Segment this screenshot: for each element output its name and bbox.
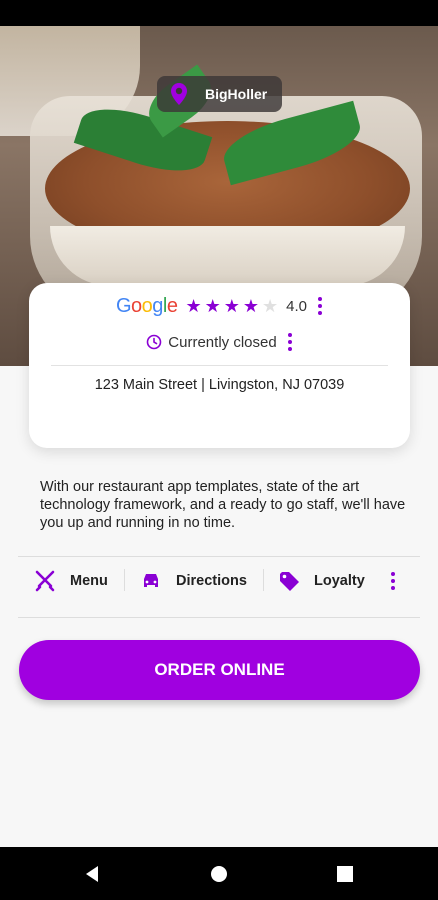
system-nav-bar	[0, 847, 438, 900]
rating-more-icon[interactable]	[317, 297, 323, 315]
hours-status: Currently closed	[168, 333, 277, 351]
action-divider	[124, 569, 125, 591]
restaurant-description: With our restaurant app templates, state…	[40, 479, 406, 531]
rating-value: 4.0	[286, 297, 308, 315]
google-logo: Google	[115, 294, 178, 317]
loyalty-button[interactable]: Loyalty	[278, 557, 365, 605]
actions-more-icon[interactable]	[390, 557, 396, 605]
rating-row[interactable]: Google ★ ★ ★ ★ ★ 4.0	[29, 293, 410, 319]
recents-icon	[337, 865, 353, 882]
location-name: BigHoller	[205, 86, 268, 102]
order-online-button[interactable]: ORDER ONLINE	[19, 640, 420, 700]
action-bar: Menu Directions Loyalty	[18, 556, 420, 618]
menu-label: Menu	[70, 573, 108, 589]
star-icon: ★	[242, 296, 260, 316]
clock-icon	[146, 334, 162, 350]
fork-knife-icon	[35, 570, 55, 592]
action-divider	[263, 569, 264, 591]
directions-button[interactable]: Directions	[140, 557, 247, 605]
star-icon: ★	[185, 296, 202, 316]
location-pin-icon	[171, 83, 187, 105]
rating-stars: ★ ★ ★ ★ ★	[185, 297, 278, 315]
star-icon: ★	[204, 296, 221, 316]
info-card: Google ★ ★ ★ ★ ★ 4.0 Currently closed 12…	[29, 283, 410, 448]
recents-button[interactable]	[325, 847, 365, 900]
back-icon	[86, 865, 98, 882]
loyalty-label: Loyalty	[314, 573, 365, 589]
home-button[interactable]	[199, 847, 239, 900]
location-selector[interactable]: BigHoller	[157, 76, 282, 112]
hours-row[interactable]: Currently closed	[29, 329, 410, 355]
card-divider	[51, 365, 388, 366]
menu-button[interactable]: Menu	[34, 557, 108, 605]
home-icon	[211, 865, 227, 882]
tag-icon	[280, 572, 299, 591]
star-empty-icon: ★	[262, 296, 279, 316]
hours-more-icon[interactable]	[287, 333, 293, 351]
status-bar	[0, 0, 438, 26]
back-button[interactable]	[72, 847, 112, 900]
car-icon	[144, 574, 158, 587]
address-text[interactable]: 123 Main Street | Livingston, NJ 07039	[29, 377, 410, 393]
directions-label: Directions	[176, 573, 247, 589]
star-icon: ★	[223, 296, 240, 316]
